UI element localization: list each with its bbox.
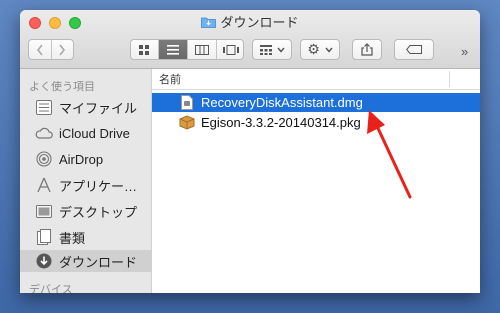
annotation-arrow [367,110,412,199]
